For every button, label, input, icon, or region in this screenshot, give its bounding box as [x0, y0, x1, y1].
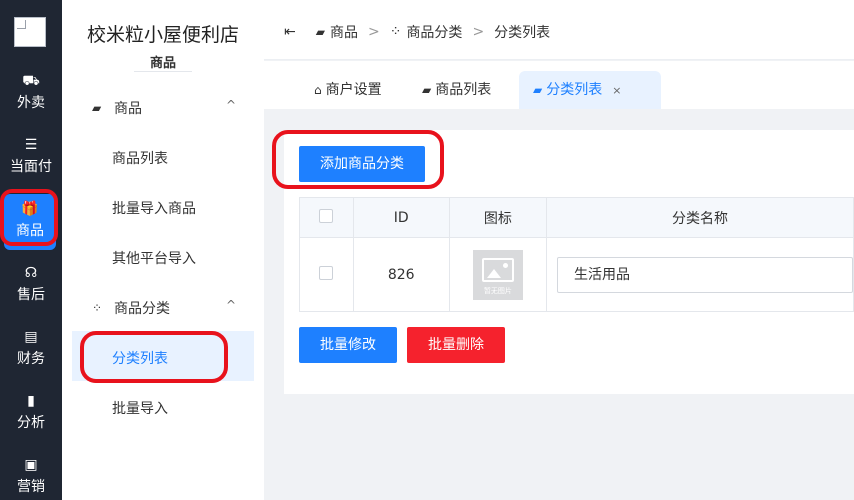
batch-edit-button[interactable]: 批量修改 [299, 327, 397, 363]
nav-item-aftersale[interactable]: ☊ 售后 [0, 258, 62, 314]
bar-chart-icon: ▮ [27, 393, 35, 409]
tab-bar: ⌂ 商户设置 ▰ 商品列表 ▰ 分类列表 × [264, 61, 854, 109]
menu-item-other-platform-import[interactable]: 其他平台导入 [112, 248, 196, 268]
close-icon[interactable]: × [612, 84, 621, 97]
breadcrumb-item: 分类列表 [494, 25, 551, 41]
section-title: 商品 [149, 56, 176, 71]
image-placeholder-icon[interactable]: 暂无图片 [472, 249, 523, 300]
category-name-input[interactable]: 生活用品 [556, 256, 853, 293]
nav-label: 营销 [17, 479, 45, 495]
add-category-button[interactable]: 添加商品分类 [299, 146, 425, 182]
gift-icon: ▰ [422, 83, 432, 97]
nav-label: 商品 [16, 223, 44, 239]
column-header-id: ID [352, 197, 450, 238]
nav-item-marketing[interactable]: ▣ 营销 [0, 450, 62, 500]
gift-icon: 🎁 [21, 201, 39, 217]
breadcrumb-separator: > [472, 24, 485, 40]
select-all-checkbox[interactable] [319, 208, 334, 223]
table-header-row: ID 图标 分类名称 [299, 197, 854, 238]
nav-label: 分析 [17, 415, 45, 431]
tab-goods-list[interactable]: ▰ 商品列表 [408, 71, 505, 109]
nav-item-finance[interactable]: ▤ 财务 [0, 322, 62, 378]
column-header-icon: 图标 [448, 197, 547, 238]
top-bar: ⇤ ▰ 商品 > ⁘ 商品分类 > 分类列表 [264, 0, 854, 60]
row-select-cell [299, 237, 354, 312]
tab-label: 分类列表 [546, 82, 603, 98]
logo-image [14, 17, 46, 47]
tab-store-settings[interactable]: ⌂ 商户设置 [300, 71, 396, 109]
menu-item-bulk-import-goods[interactable]: 批量导入商品 [112, 198, 196, 218]
nav-label: 当面付 [10, 159, 52, 175]
breadcrumb-item[interactable]: 商品分类 [406, 22, 462, 42]
gift-icon: ▰ [533, 83, 543, 97]
menu-group-category[interactable]: ⁘ 商品分类 [92, 298, 170, 318]
category-table: ID 图标 分类名称 826 暂无图片 生活用品 [299, 197, 854, 312]
batch-delete-button[interactable]: 批量删除 [407, 327, 505, 363]
column-header-name: 分类名称 [545, 197, 854, 238]
nav-item-goods[interactable]: 🎁 商品 [4, 194, 56, 250]
nav-item-analysis[interactable]: ▮ 分析 [0, 386, 62, 442]
row-icon-cell: 暂无图片 [448, 237, 547, 312]
picture-icon [481, 257, 514, 282]
primary-nav: ⛟ 外卖 ☰ 当面付 🎁 商品 ☊ 售后 ▤ 财务 ▮ 分析 ▣ 营销 [0, 0, 62, 500]
row-name-cell: 生活用品 [545, 237, 854, 312]
gift-icon: ▰ [92, 101, 102, 115]
secondary-sidebar: 校米粒小屋便利店 商品 ▰ 商品 ^ 商品列表 批量导入商品 其他平台导入 ⁘ … [62, 0, 264, 500]
menu-item-category-list[interactable]: 分类列表 [112, 348, 168, 368]
nav-item-takeout[interactable]: ⛟ 外卖 [0, 66, 62, 122]
menu-fold-icon[interactable]: ⇤ [284, 24, 296, 40]
grid-icon: ⁘ [389, 24, 402, 40]
nav-item-face-pay[interactable]: ☰ 当面付 [0, 130, 62, 186]
list-icon: ☰ [24, 137, 38, 153]
nav-label: 财务 [17, 351, 45, 367]
select-all-cell [299, 197, 354, 238]
nav-label: 售后 [17, 287, 45, 303]
placeholder-caption: 暂无图片 [483, 286, 512, 295]
chevron-up-icon[interactable]: ^ [226, 298, 236, 312]
tab-category-list[interactable]: ▰ 分类列表 × [519, 71, 661, 109]
finance-icon: ▤ [24, 329, 38, 345]
nav-label: 外卖 [17, 95, 45, 111]
row-checkbox[interactable] [319, 265, 334, 280]
row-id: 826 [352, 237, 450, 312]
gift-icon: ▰ [315, 25, 325, 39]
menu-item-goods-list[interactable]: 商品列表 [112, 148, 168, 168]
menu-group-label: 商品分类 [114, 301, 170, 317]
headset-icon: ☊ [24, 265, 38, 281]
chevron-up-icon[interactable]: ^ [226, 98, 236, 112]
menu-group-goods[interactable]: ▰ 商品 [92, 98, 142, 118]
store-icon: ⌂ [314, 83, 322, 97]
store-name: 校米粒小屋便利店 [86, 24, 239, 46]
tab-label: 商品列表 [435, 82, 492, 98]
menu-item-bulk-import[interactable]: 批量导入 [112, 398, 168, 418]
divider [134, 71, 192, 72]
menu-group-label: 商品 [114, 101, 142, 117]
breadcrumb-separator: > [367, 24, 380, 40]
grid-icon: ⁘ [92, 301, 103, 315]
breadcrumb-item[interactable]: 商品 [330, 22, 358, 42]
scooter-icon: ⛟ [22, 73, 40, 89]
tab-label: 商户设置 [325, 82, 382, 98]
gift-box-icon: ▣ [24, 457, 38, 473]
table-row: 826 暂无图片 生活用品 [299, 237, 854, 312]
breadcrumb: ⇤ ▰ 商品 > ⁘ 商品分类 > 分类列表 [284, 22, 550, 42]
